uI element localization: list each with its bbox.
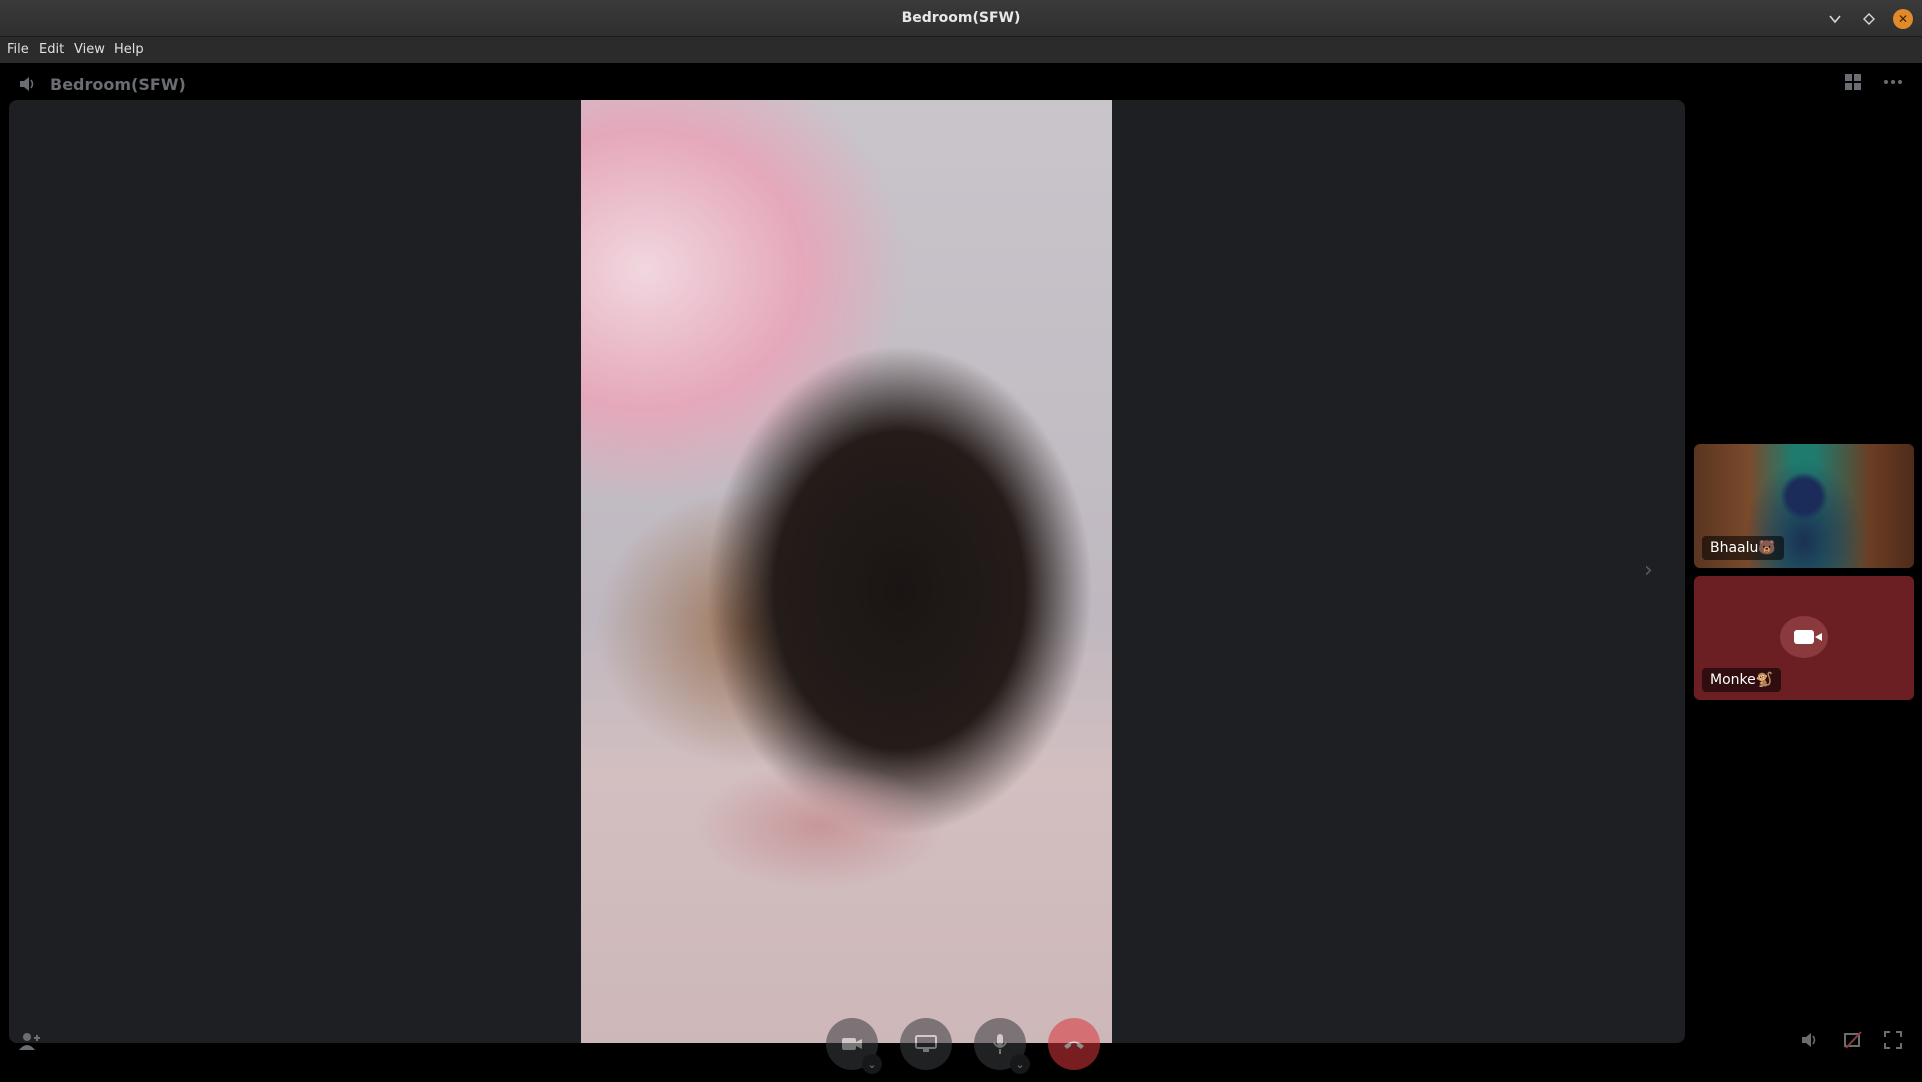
- grid-view-button[interactable]: [1844, 73, 1862, 96]
- hang-up-icon: [1064, 1041, 1084, 1049]
- volume-button[interactable]: [1800, 1031, 1820, 1054]
- menu-edit[interactable]: Edit: [39, 42, 64, 57]
- participant-name: Monke🐒: [1702, 668, 1782, 692]
- disconnect-button[interactable]: [1048, 1018, 1100, 1070]
- video-camera-icon: [1780, 616, 1828, 658]
- microphone-icon: [993, 1034, 1007, 1054]
- invite-button[interactable]: [18, 1031, 42, 1056]
- minimize-button[interactable]: [1825, 9, 1845, 29]
- menu-help[interactable]: Help: [114, 42, 144, 57]
- voice-channel-view: Bedroom(SFW) › Bhaalu🐻 Monke🐒 ⌄ ⌄: [0, 63, 1922, 1082]
- main-video-stage: [9, 100, 1685, 1043]
- chevron-down-icon[interactable]: ⌄: [862, 1054, 882, 1074]
- chevron-down-icon[interactable]: ⌄: [1010, 1054, 1030, 1074]
- window-titlebar: Bedroom(SFW) ✕: [0, 0, 1922, 37]
- next-tile-button[interactable]: ›: [1644, 558, 1653, 583]
- close-icon: ✕: [1897, 12, 1909, 26]
- menu-view[interactable]: View: [74, 42, 105, 57]
- close-button[interactable]: ✕: [1893, 9, 1913, 29]
- invite-icon: [19, 1033, 40, 1050]
- grid-icon: [1845, 74, 1861, 90]
- call-controls: ⌄ ⌄: [826, 1018, 1100, 1074]
- participant-tiles: Bhaalu🐻 Monke🐒: [1694, 444, 1914, 708]
- camera-icon: [842, 1038, 862, 1050]
- fullscreen-button[interactable]: [1884, 1031, 1902, 1054]
- camera-button[interactable]: ⌄: [826, 1018, 882, 1074]
- main-video-stream[interactable]: [581, 100, 1112, 1043]
- screen-share-button[interactable]: [900, 1018, 952, 1070]
- more-options-button[interactable]: [1883, 73, 1903, 96]
- participant-tile[interactable]: Monke🐒: [1694, 576, 1914, 700]
- microphone-button[interactable]: ⌄: [974, 1018, 1030, 1074]
- popout-icon: [1844, 1031, 1862, 1049]
- diamond-icon: [1863, 13, 1875, 25]
- menu-file[interactable]: File: [7, 42, 29, 57]
- volume-icon: [1802, 1033, 1816, 1047]
- screen-share-icon: [915, 1035, 937, 1052]
- maximize-button[interactable]: [1859, 9, 1879, 29]
- fullscreen-icon: [1884, 1031, 1902, 1049]
- chevron-right-icon: ›: [1644, 558, 1653, 583]
- more-icon: [1884, 80, 1902, 84]
- channel-header: Bedroom(SFW): [18, 69, 186, 99]
- menu-bar: File Edit View Help: [0, 37, 1922, 63]
- window-title: Bedroom(SFW): [901, 10, 1021, 26]
- channel-name: Bedroom(SFW): [50, 74, 186, 94]
- participant-tile[interactable]: Bhaalu🐻: [1694, 444, 1914, 568]
- chevron-down-icon: [1829, 15, 1841, 24]
- popout-button[interactable]: [1843, 1031, 1863, 1054]
- speaker-icon: [20, 77, 34, 91]
- participant-name: Bhaalu🐻: [1702, 536, 1784, 560]
